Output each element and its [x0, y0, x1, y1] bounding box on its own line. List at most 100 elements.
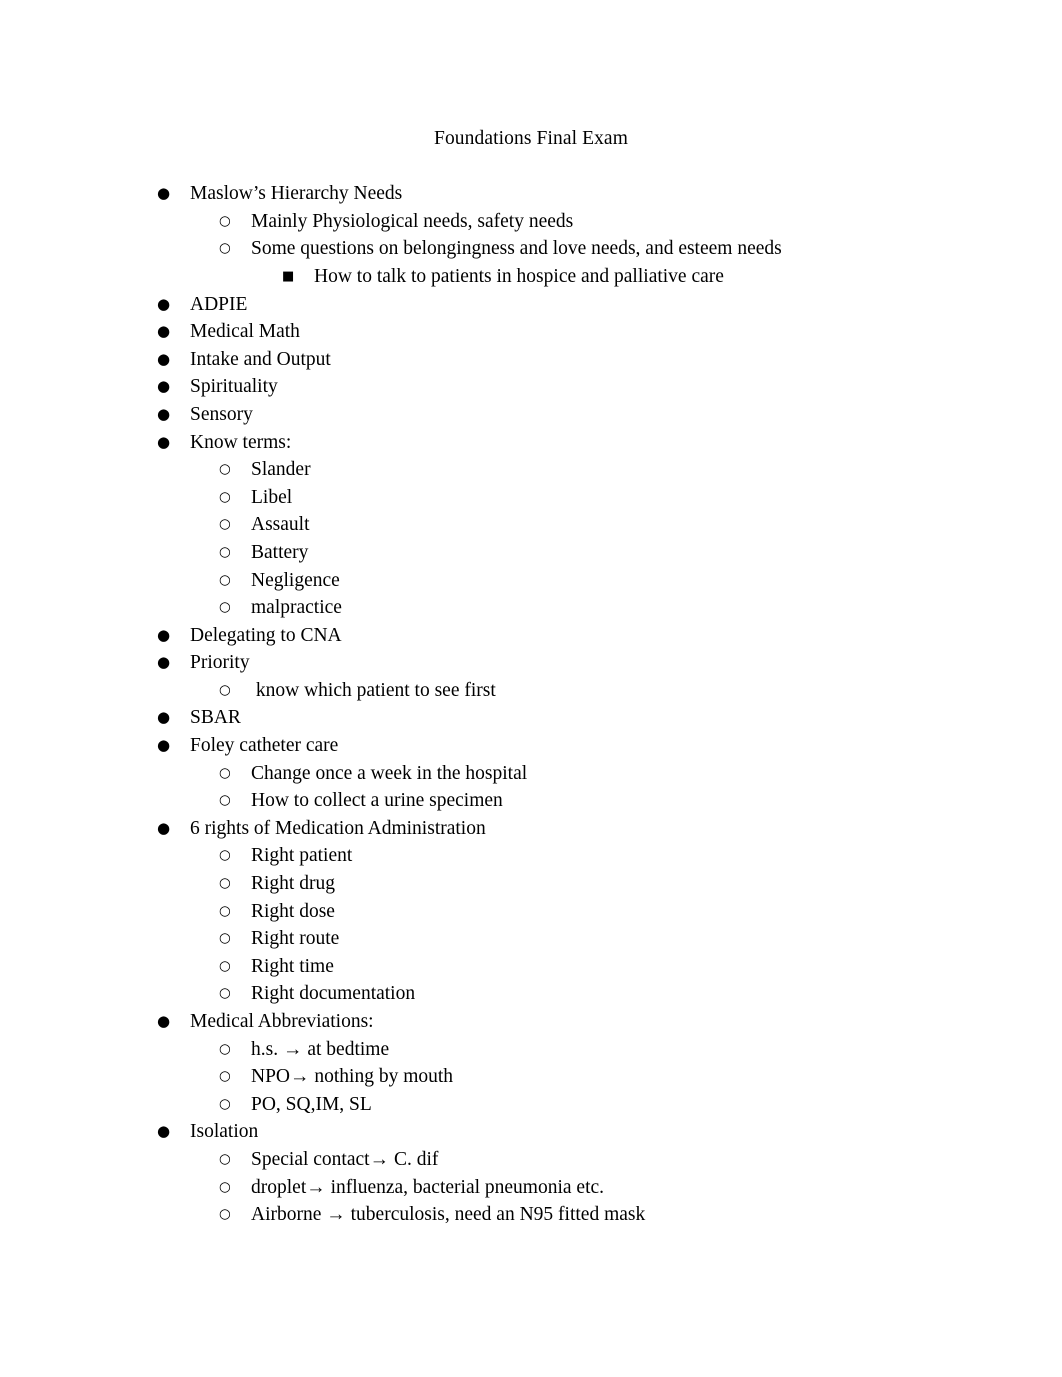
outline-item: ○ Right documentation — [0, 980, 1062, 1008]
outline-item-label: Spirituality — [190, 376, 278, 398]
square-bullet-icon: ■ — [282, 268, 295, 284]
outline-item-label: Change once a week in the hospital — [251, 762, 528, 784]
outline-item: ○ PO, SQ,IM, SL — [0, 1091, 1062, 1119]
outline-item: ● Delegating to CNA — [0, 622, 1062, 650]
outline-item: ● Maslow’s Hierarchy Needs — [0, 180, 1062, 208]
disc-bullet-icon: ● — [157, 818, 171, 837]
document-page: Foundations Final Exam ● Maslow’s Hierarc… — [0, 0, 1062, 1377]
disc-bullet-icon: ● — [157, 708, 171, 727]
circle-bullet-icon: ○ — [219, 792, 231, 809]
outline-item: ○ h.s. → at bedtime — [0, 1036, 1062, 1064]
outline-item-label: Intake and Output — [190, 348, 331, 370]
circle-bullet-icon: ○ — [219, 1095, 231, 1112]
circle-bullet-icon: ○ — [219, 543, 231, 560]
disc-bullet-icon: ● — [157, 377, 171, 396]
outline-item: ○ malpractice — [0, 594, 1062, 622]
outline-item-label: know which patient to see first — [251, 679, 496, 701]
outline-item-label: droplet→ influenza, bacterial pneumonia … — [251, 1176, 605, 1198]
page-title: Foundations Final Exam — [434, 128, 628, 149]
outline-item: ○ Right route — [0, 925, 1062, 953]
circle-bullet-icon: ○ — [219, 212, 231, 229]
disc-bullet-icon: ● — [157, 184, 171, 203]
outline-item-label: Right drug — [251, 873, 335, 895]
outline-item: ○ know which patient to see first — [0, 677, 1062, 705]
outline-item-label: PO, SQ,IM, SL — [251, 1093, 372, 1115]
circle-bullet-icon: ○ — [219, 240, 231, 257]
circle-bullet-icon: ○ — [219, 764, 231, 781]
outline-item: ● Know terms: — [0, 429, 1062, 457]
outline-item-label: Mainly Physiological needs, safety needs — [251, 210, 574, 232]
outline-item-label: Right patient — [251, 845, 353, 867]
outline-item: ● Isolation — [0, 1118, 1062, 1146]
outline-item: ● Medical Math — [0, 318, 1062, 346]
document-body: Foundations Final Exam ● Maslow’s Hierarc… — [0, 0, 1062, 1229]
outline-item-label: Airborne → tuberculosis, need an N95 fit… — [251, 1204, 646, 1226]
outline-item-label: Assault — [251, 514, 310, 536]
outline-item: ● Foley catheter care — [0, 732, 1062, 760]
disc-bullet-icon: ● — [157, 625, 171, 644]
outline-item-label: How to collect a urine specimen — [251, 790, 503, 812]
outline-list: ● Maslow’s Hierarchy Needs ○ Mainly Physiol… — [0, 180, 1062, 1229]
outline-item-label: 6 rights of Medication Administration — [190, 817, 486, 839]
disc-bullet-icon: ● — [157, 736, 171, 755]
circle-bullet-icon: ○ — [219, 516, 231, 533]
outline-item-label: Libel — [251, 486, 293, 508]
circle-bullet-icon: ○ — [219, 902, 231, 919]
outline-item-label: Medical Abbreviations: — [190, 1011, 374, 1032]
circle-bullet-icon: ○ — [219, 875, 231, 892]
circle-bullet-icon: ○ — [219, 1206, 231, 1223]
circle-bullet-icon: ○ — [219, 957, 231, 974]
circle-bullet-icon: ○ — [219, 847, 231, 864]
outline-item: ● Medical Abbreviations: — [0, 1008, 1062, 1036]
circle-bullet-icon: ○ — [219, 985, 231, 1002]
outline-item: ○ Negligence — [0, 567, 1062, 595]
outline-item: ● ADPIE — [0, 291, 1062, 319]
outline-item-label: Right dose — [251, 900, 335, 922]
outline-item-label: Sensory — [190, 403, 253, 425]
disc-bullet-icon: ● — [157, 1122, 171, 1141]
disc-bullet-icon: ● — [157, 349, 171, 368]
outline-item-label: Special contact→ C. dif — [251, 1148, 439, 1170]
outline-item: ○ Assault — [0, 511, 1062, 539]
outline-item-label: Some questions on belongingness and love… — [251, 238, 782, 260]
outline-item-label: SBAR — [190, 707, 241, 729]
outline-item: ○ Slander — [0, 456, 1062, 484]
outline-item: ● Priority — [0, 649, 1062, 677]
outline-item: ○ Some questions on belongingness and lov… — [0, 235, 1062, 263]
outline-item-label: Negligence — [251, 569, 340, 591]
outline-item-label: Maslow’s Hierarchy Needs — [190, 183, 403, 205]
outline-item: ○ Libel — [0, 484, 1062, 512]
disc-bullet-icon: ● — [157, 322, 171, 341]
outline-item: ○ Right patient — [0, 842, 1062, 870]
circle-bullet-icon: ○ — [219, 461, 231, 478]
outline-item-label: ADPIE — [190, 293, 248, 315]
outline-item: ○ How to collect a urine specimen — [0, 787, 1062, 815]
title-spacer — [0, 153, 1062, 181]
disc-bullet-icon: ● — [157, 432, 171, 451]
disc-bullet-icon: ● — [157, 404, 171, 423]
outline-item-label: Battery — [251, 541, 309, 563]
disc-bullet-icon: ● — [157, 1012, 171, 1030]
disc-bullet-icon: ● — [157, 653, 171, 672]
outline-item: ○ Change once a week in the hospital — [0, 760, 1062, 788]
outline-item: ● Intake and Output — [0, 346, 1062, 374]
circle-bullet-icon: ○ — [219, 681, 231, 698]
circle-bullet-icon: ○ — [219, 1040, 231, 1057]
outline-item: ○ droplet→ influenza, bacterial pneumonia… — [0, 1174, 1062, 1202]
outline-item: ○ Special contact→ C. dif — [0, 1146, 1062, 1174]
outline-item-label: How to talk to patients in hospice and p… — [314, 265, 724, 287]
outline-item-label: Right route — [251, 928, 340, 950]
circle-bullet-icon: ○ — [219, 930, 231, 947]
outline-item-label: Priority — [190, 652, 250, 674]
outline-item: ● SBAR — [0, 704, 1062, 732]
outline-item: ○ Right drug — [0, 870, 1062, 898]
outline-item: ○ Battery — [0, 539, 1062, 567]
circle-bullet-icon: ○ — [219, 571, 231, 588]
outline-item-label: malpractice — [251, 597, 342, 619]
outline-item: ○ Mainly Physiological needs, safety need… — [0, 208, 1062, 236]
circle-bullet-icon: ○ — [219, 599, 231, 616]
outline-item: ○ Airborne → tuberculosis, need an N95 fi… — [0, 1201, 1062, 1229]
outline-item-label: Delegating to CNA — [190, 624, 342, 646]
circle-bullet-icon: ○ — [219, 1068, 231, 1085]
outline-item-label: Slander — [251, 459, 311, 481]
